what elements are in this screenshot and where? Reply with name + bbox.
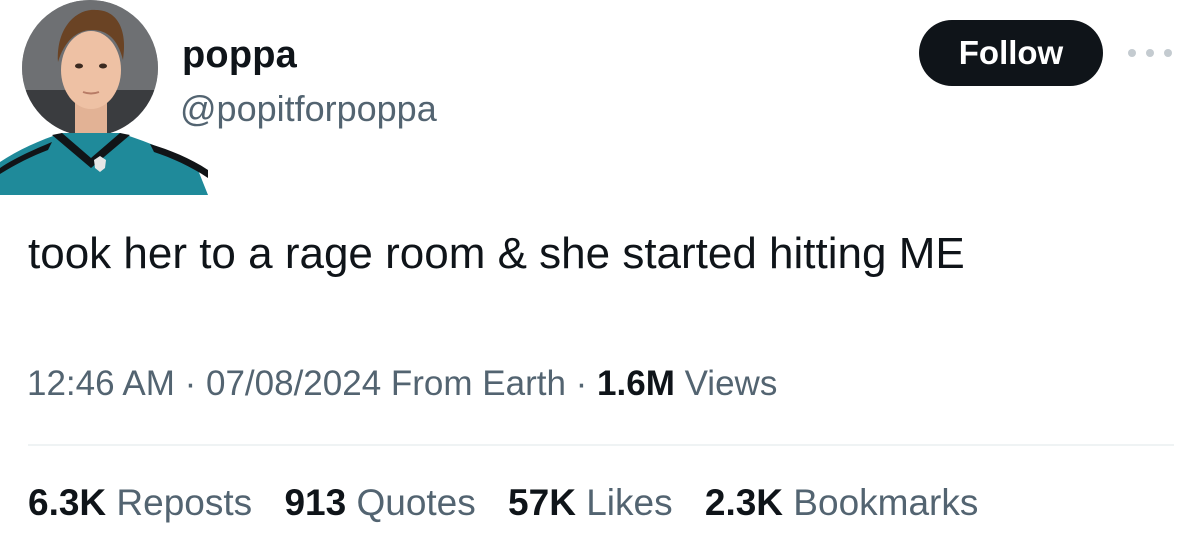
dot-icon	[1164, 49, 1172, 57]
dot-icon	[1146, 49, 1154, 57]
quotes-count: 913	[284, 482, 347, 523]
stat-quotes[interactable]: 913 Quotes	[284, 482, 475, 523]
separator-dot: ·	[174, 364, 206, 403]
more-horizontal-icon[interactable]	[1128, 47, 1172, 59]
bookmarks-count: 2.3K	[704, 482, 784, 523]
quotes-label: Quotes	[346, 482, 476, 523]
tweet-text: took her to a rage room & she started hi…	[28, 229, 965, 278]
views-count[interactable]: 1.6M	[597, 364, 675, 403]
engagement-stats: 6.3K Reposts 913 Quotes 57K Likes 2.3K B…	[28, 480, 1000, 526]
dot-icon	[1128, 49, 1136, 57]
display-name[interactable]: poppa	[182, 32, 297, 78]
separator-dot: ·	[565, 364, 598, 403]
avatar[interactable]	[0, 0, 210, 195]
reposts-label: Reposts	[106, 482, 253, 523]
tweet-meta: 12:46 AM · 07/08/2024 From Earth · 1.6M …	[27, 362, 777, 406]
views-label[interactable]: Views	[675, 364, 778, 403]
timestamp-time[interactable]: 12:46 AM	[27, 364, 175, 403]
stat-reposts[interactable]: 6.3K Reposts	[28, 482, 252, 523]
timestamp-date[interactable]: 07/08/2024	[206, 364, 381, 403]
tweet-card: poppa @popitforpoppa Follow took her to …	[0, 0, 1199, 543]
follow-button[interactable]: Follow	[919, 20, 1103, 86]
stat-likes[interactable]: 57K Likes	[508, 482, 673, 523]
divider	[28, 444, 1174, 446]
stat-bookmarks[interactable]: 2.3K Bookmarks	[705, 482, 979, 523]
likes-count: 57K	[508, 482, 576, 523]
bookmarks-label: Bookmarks	[783, 482, 979, 523]
user-handle[interactable]: @popitforpoppa	[180, 87, 437, 131]
reposts-count: 6.3K	[28, 482, 107, 523]
likes-label: Likes	[575, 482, 673, 523]
location-text: From Earth	[381, 364, 566, 403]
